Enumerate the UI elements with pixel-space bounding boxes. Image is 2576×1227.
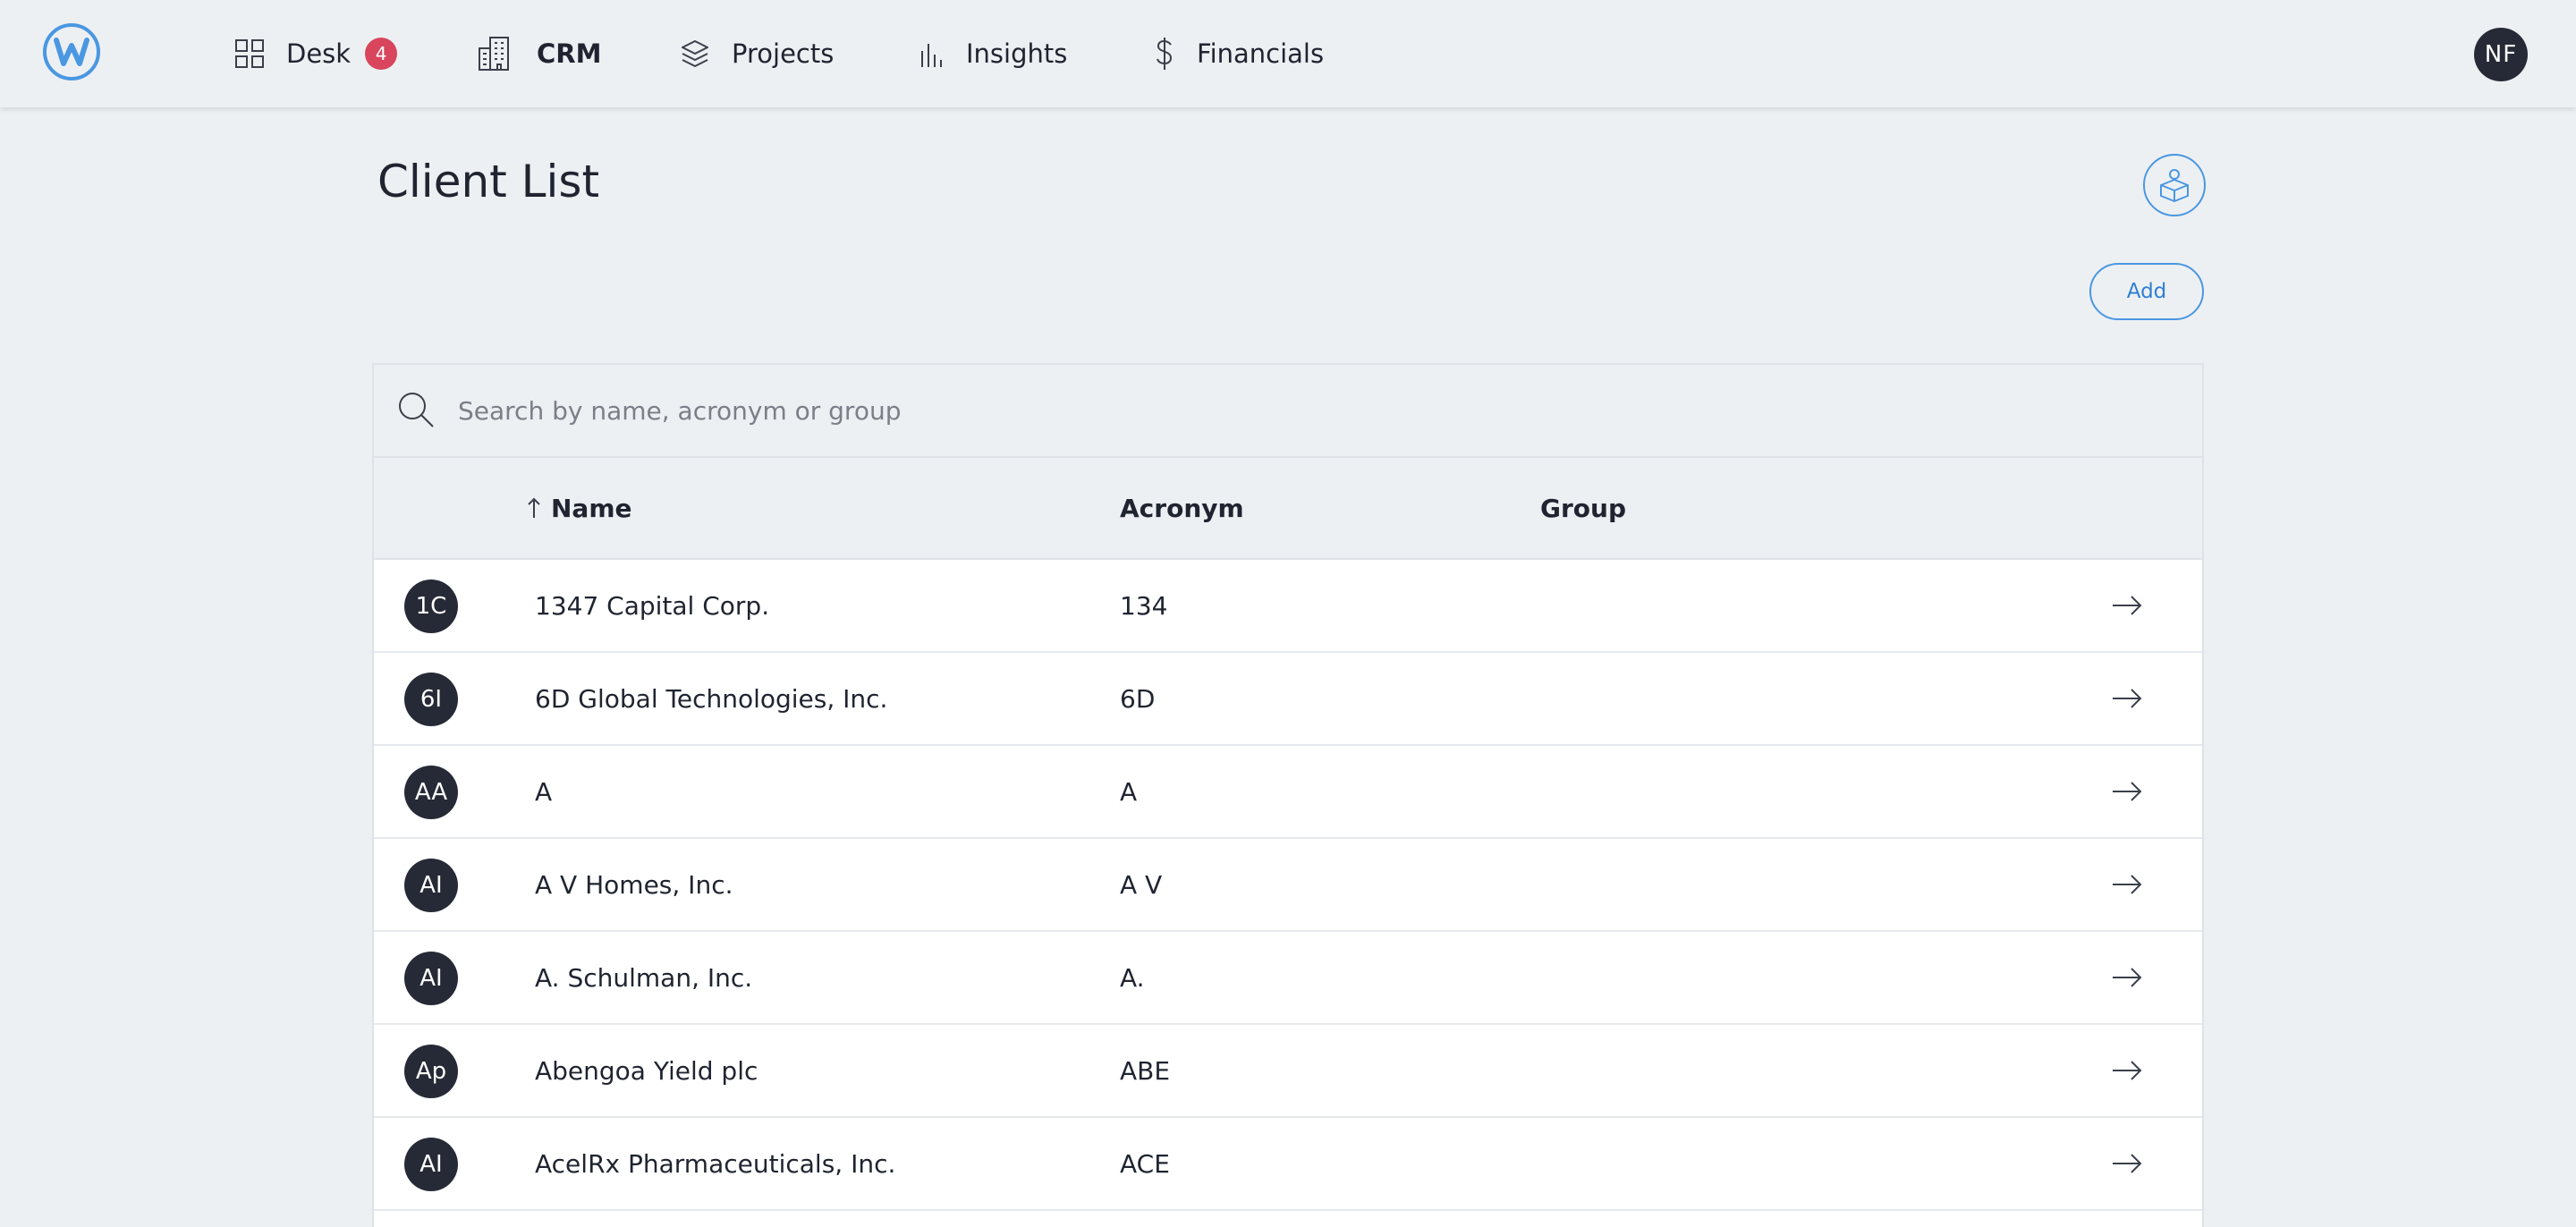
client-name: A — [535, 776, 553, 807]
client-initials-avatar: AI — [404, 859, 458, 912]
client-initials-avatar: AA — [404, 766, 458, 819]
import-clients-button[interactable] — [2143, 154, 2206, 216]
column-label-acronym: Acronym — [1120, 493, 1244, 523]
client-acronym: 6D — [1120, 683, 1156, 714]
bar-chart-icon — [921, 44, 942, 67]
nav-item-desk[interactable]: Desk 4 — [234, 0, 398, 107]
table-row[interactable]: AI A V Homes, Inc. A V — [374, 839, 2202, 932]
client-initials-avatar: 1C — [404, 580, 458, 633]
nav-label-desk: Desk — [286, 38, 352, 69]
arrow-right-icon[interactable] — [2111, 869, 2143, 900]
nav-item-projects[interactable]: Projects — [680, 0, 834, 107]
table-body: 1C 1347 Capital Corp. 134 6I 6D Global Techn… — [374, 560, 2202, 1211]
sort-ascending-icon — [528, 497, 540, 518]
box-person-icon — [2160, 169, 2189, 202]
client-name: 6D Global Technologies, Inc. — [535, 683, 888, 714]
app-logo[interactable] — [43, 23, 100, 80]
search-icon — [399, 393, 434, 427]
client-initials-avatar: AI — [404, 1138, 458, 1191]
client-initials-avatar: AI — [404, 952, 458, 1005]
desk-count-badge: 4 — [365, 38, 398, 70]
client-acronym: A. — [1120, 962, 1145, 993]
grid-icon — [235, 39, 264, 68]
table-header: Name Acronym Group — [374, 458, 2202, 560]
add-client-button[interactable]: Add — [2089, 263, 2204, 320]
client-name: AcelRx Pharmaceuticals, Inc. — [535, 1148, 896, 1179]
nav-label-financials: Financials — [1197, 38, 1325, 69]
nav-item-crm[interactable]: CRM — [478, 0, 601, 107]
layers-icon — [682, 40, 708, 67]
user-avatar[interactable]: NF — [2474, 28, 2528, 81]
nav-label-insights: Insights — [966, 38, 1068, 69]
column-header-group[interactable]: Group — [1540, 458, 1626, 558]
arrow-right-icon[interactable] — [2111, 590, 2143, 621]
table-row[interactable]: Ap Abengoa Yield plc ABE — [374, 1025, 2202, 1118]
building-icon — [479, 37, 509, 71]
arrow-right-icon[interactable] — [2111, 776, 2143, 807]
client-initials-avatar: 6I — [404, 673, 458, 726]
client-name: Abengoa Yield plc — [535, 1055, 758, 1086]
nav-item-insights[interactable]: Insights — [918, 0, 1067, 107]
nav-label-crm: CRM — [537, 38, 602, 69]
column-header-name[interactable]: Name — [526, 458, 632, 558]
search-bar — [374, 365, 2202, 458]
column-header-acronym[interactable]: Acronym — [1120, 458, 1244, 558]
client-acronym: 134 — [1120, 590, 1168, 621]
arrow-right-icon[interactable] — [2111, 1055, 2143, 1086]
table-row[interactable]: AI AcelRx Pharmaceuticals, Inc. ACE — [374, 1118, 2202, 1211]
client-name: A V Homes, Inc. — [535, 869, 733, 900]
column-label-group: Group — [1540, 493, 1627, 523]
search-input[interactable] — [458, 395, 2068, 426]
logo-w-icon — [54, 38, 89, 66]
client-name: 1347 Capital Corp. — [535, 590, 770, 621]
client-acronym: A V — [1120, 869, 1163, 900]
arrow-right-icon[interactable] — [2111, 962, 2143, 993]
client-acronym: A — [1120, 776, 1138, 807]
client-acronym: ABE — [1120, 1055, 1171, 1086]
column-label-name: Name — [551, 493, 632, 523]
client-table: Name Acronym Group 1C1347 Capital Corp.1… — [372, 363, 2204, 1227]
table-row[interactable]: 6I 6D Global Technologies, Inc. 6D — [374, 653, 2202, 746]
page-title: Client List — [377, 156, 600, 207]
dollar-icon — [1157, 38, 1173, 70]
arrow-right-icon[interactable] — [2111, 1148, 2143, 1179]
client-name: A. Schulman, Inc. — [535, 962, 753, 993]
table-row[interactable]: 1C 1347 Capital Corp. 134 — [374, 560, 2202, 653]
nav-item-financials[interactable]: Financials — [1154, 0, 1324, 107]
arrow-right-icon[interactable] — [2111, 683, 2143, 714]
table-row[interactable]: AA A A — [374, 746, 2202, 839]
nav-label-projects: Projects — [732, 38, 835, 69]
top-nav: Desk 4 CRM Projects Insights Financials … — [0, 0, 2576, 107]
table-row[interactable]: AI A. Schulman, Inc. A. — [374, 932, 2202, 1025]
client-initials-avatar: Ap — [404, 1045, 458, 1098]
client-acronym: ACE — [1120, 1148, 1170, 1179]
